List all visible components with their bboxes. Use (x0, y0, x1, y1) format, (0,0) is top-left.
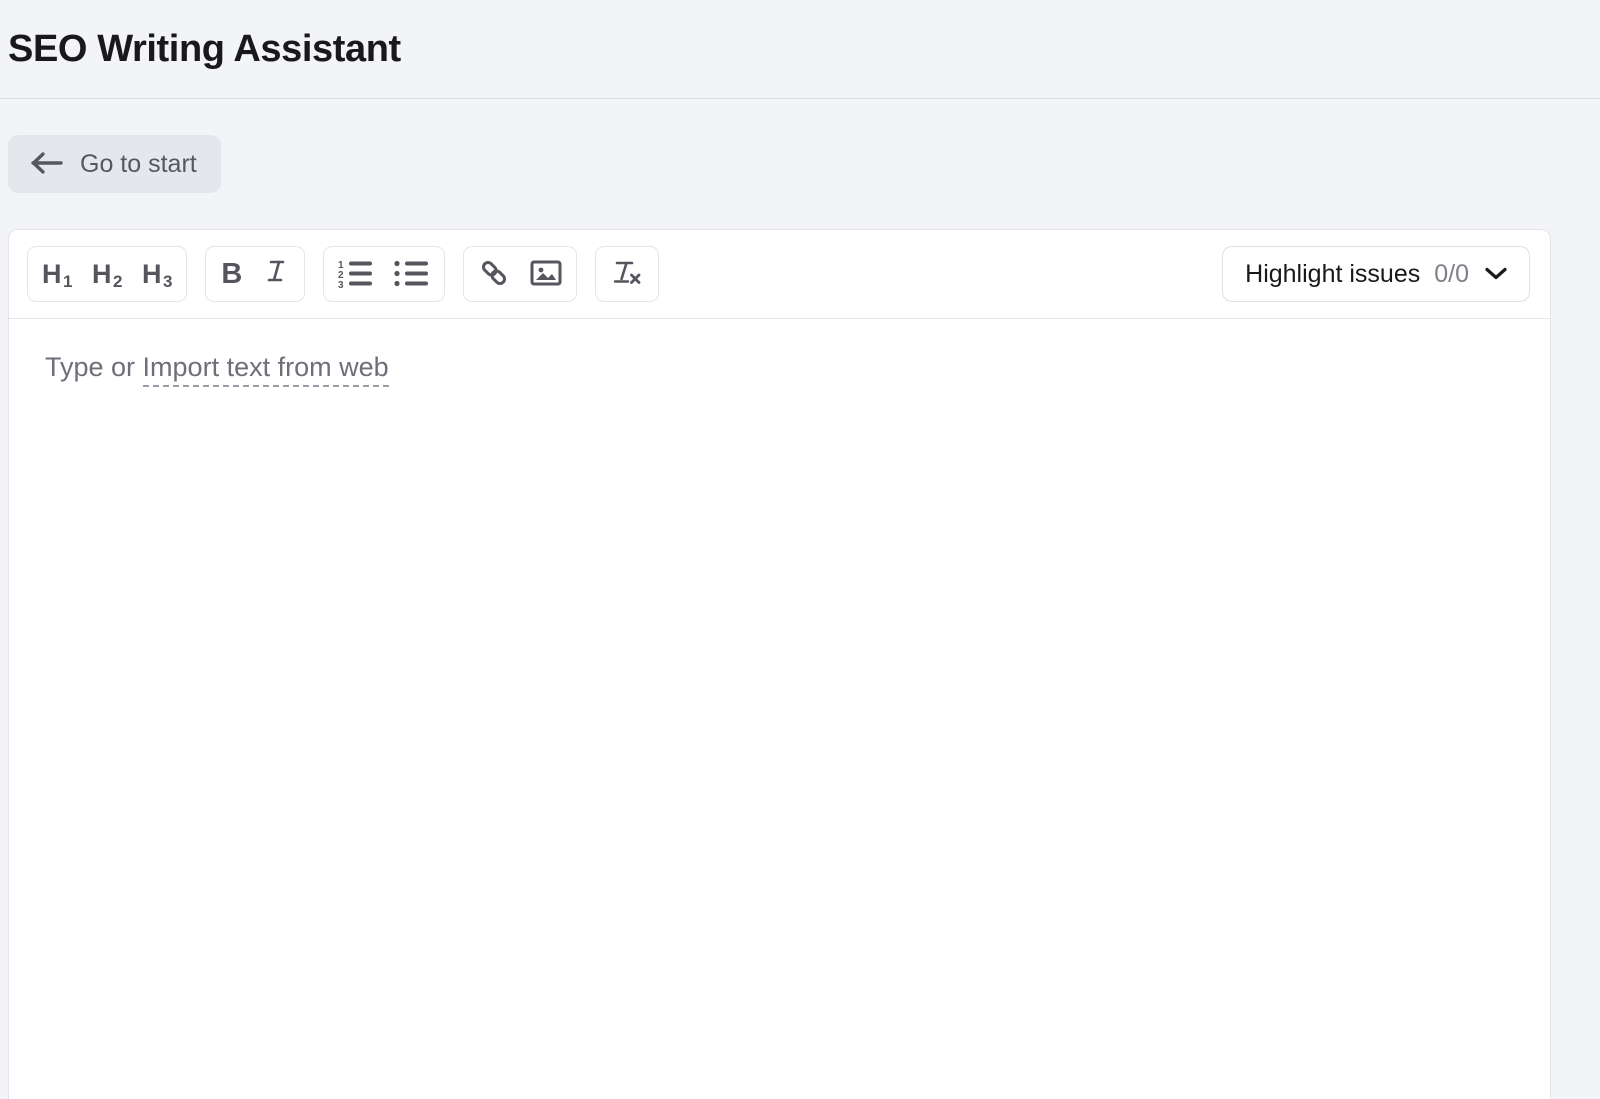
app-header: SEO Writing Assistant (0, 0, 1600, 99)
h3-icon: H3 (141, 258, 173, 291)
heading-3-button[interactable]: H3 (132, 250, 182, 298)
bold-button[interactable]: B (210, 250, 254, 298)
heading-2-button[interactable]: H2 (82, 250, 132, 298)
toolbar-group-headings: H1 H2 H3 (27, 246, 187, 302)
link-icon (478, 257, 510, 292)
insert-image-button[interactable] (520, 250, 572, 298)
heading-1-button[interactable]: H1 (32, 250, 82, 298)
editor-placeholder: Type or Import text from web (45, 351, 1514, 387)
insert-link-button[interactable] (468, 250, 520, 298)
toolbar-group-clear (594, 246, 659, 302)
page-title: SEO Writing Assistant (8, 28, 401, 70)
clear-formatting-icon (610, 257, 644, 292)
highlight-issues-label: Highlight issues (1245, 259, 1421, 288)
go-to-start-button[interactable]: Go to start (8, 135, 221, 193)
clear-formatting-button[interactable] (600, 250, 654, 298)
arrow-left-icon (30, 150, 64, 179)
highlight-issues-count: 0/0 (1434, 259, 1469, 288)
bullet-list-button[interactable] (384, 250, 440, 298)
svg-text:3: 3 (338, 280, 344, 289)
editor-panel: H1 H2 H3 B 1 2 3 Highlight issues 0/0 Ty… (8, 229, 1551, 1099)
editor-content-area[interactable]: Type or Import text from web (9, 319, 1550, 1098)
placeholder-prefix: Type or (45, 352, 143, 382)
bold-icon: B (221, 257, 243, 290)
bullet-list-icon (394, 257, 430, 292)
ordered-list-button[interactable]: 1 2 3 (328, 250, 384, 298)
go-to-start-label: Go to start (80, 149, 197, 178)
toolbar-group-text-style: B (204, 246, 305, 302)
import-text-from-web-link[interactable]: Import text from web (142, 352, 389, 387)
h2-icon: H2 (91, 258, 123, 291)
h1-icon: H1 (42, 258, 73, 291)
navigation-bar: Go to start (0, 99, 1600, 229)
italic-button[interactable] (254, 250, 300, 298)
highlight-issues-dropdown[interactable]: Highlight issues 0/0 (1222, 246, 1530, 302)
chevron-down-icon (1483, 264, 1509, 285)
image-icon (530, 259, 562, 290)
ordered-list-icon: 1 2 3 (338, 257, 374, 292)
italic-icon (264, 257, 290, 291)
toolbar-group-insert (462, 246, 577, 302)
toolbar-group-lists: 1 2 3 (322, 246, 445, 302)
editor-toolbar: H1 H2 H3 B 1 2 3 Highlight issues 0/0 (9, 230, 1550, 319)
